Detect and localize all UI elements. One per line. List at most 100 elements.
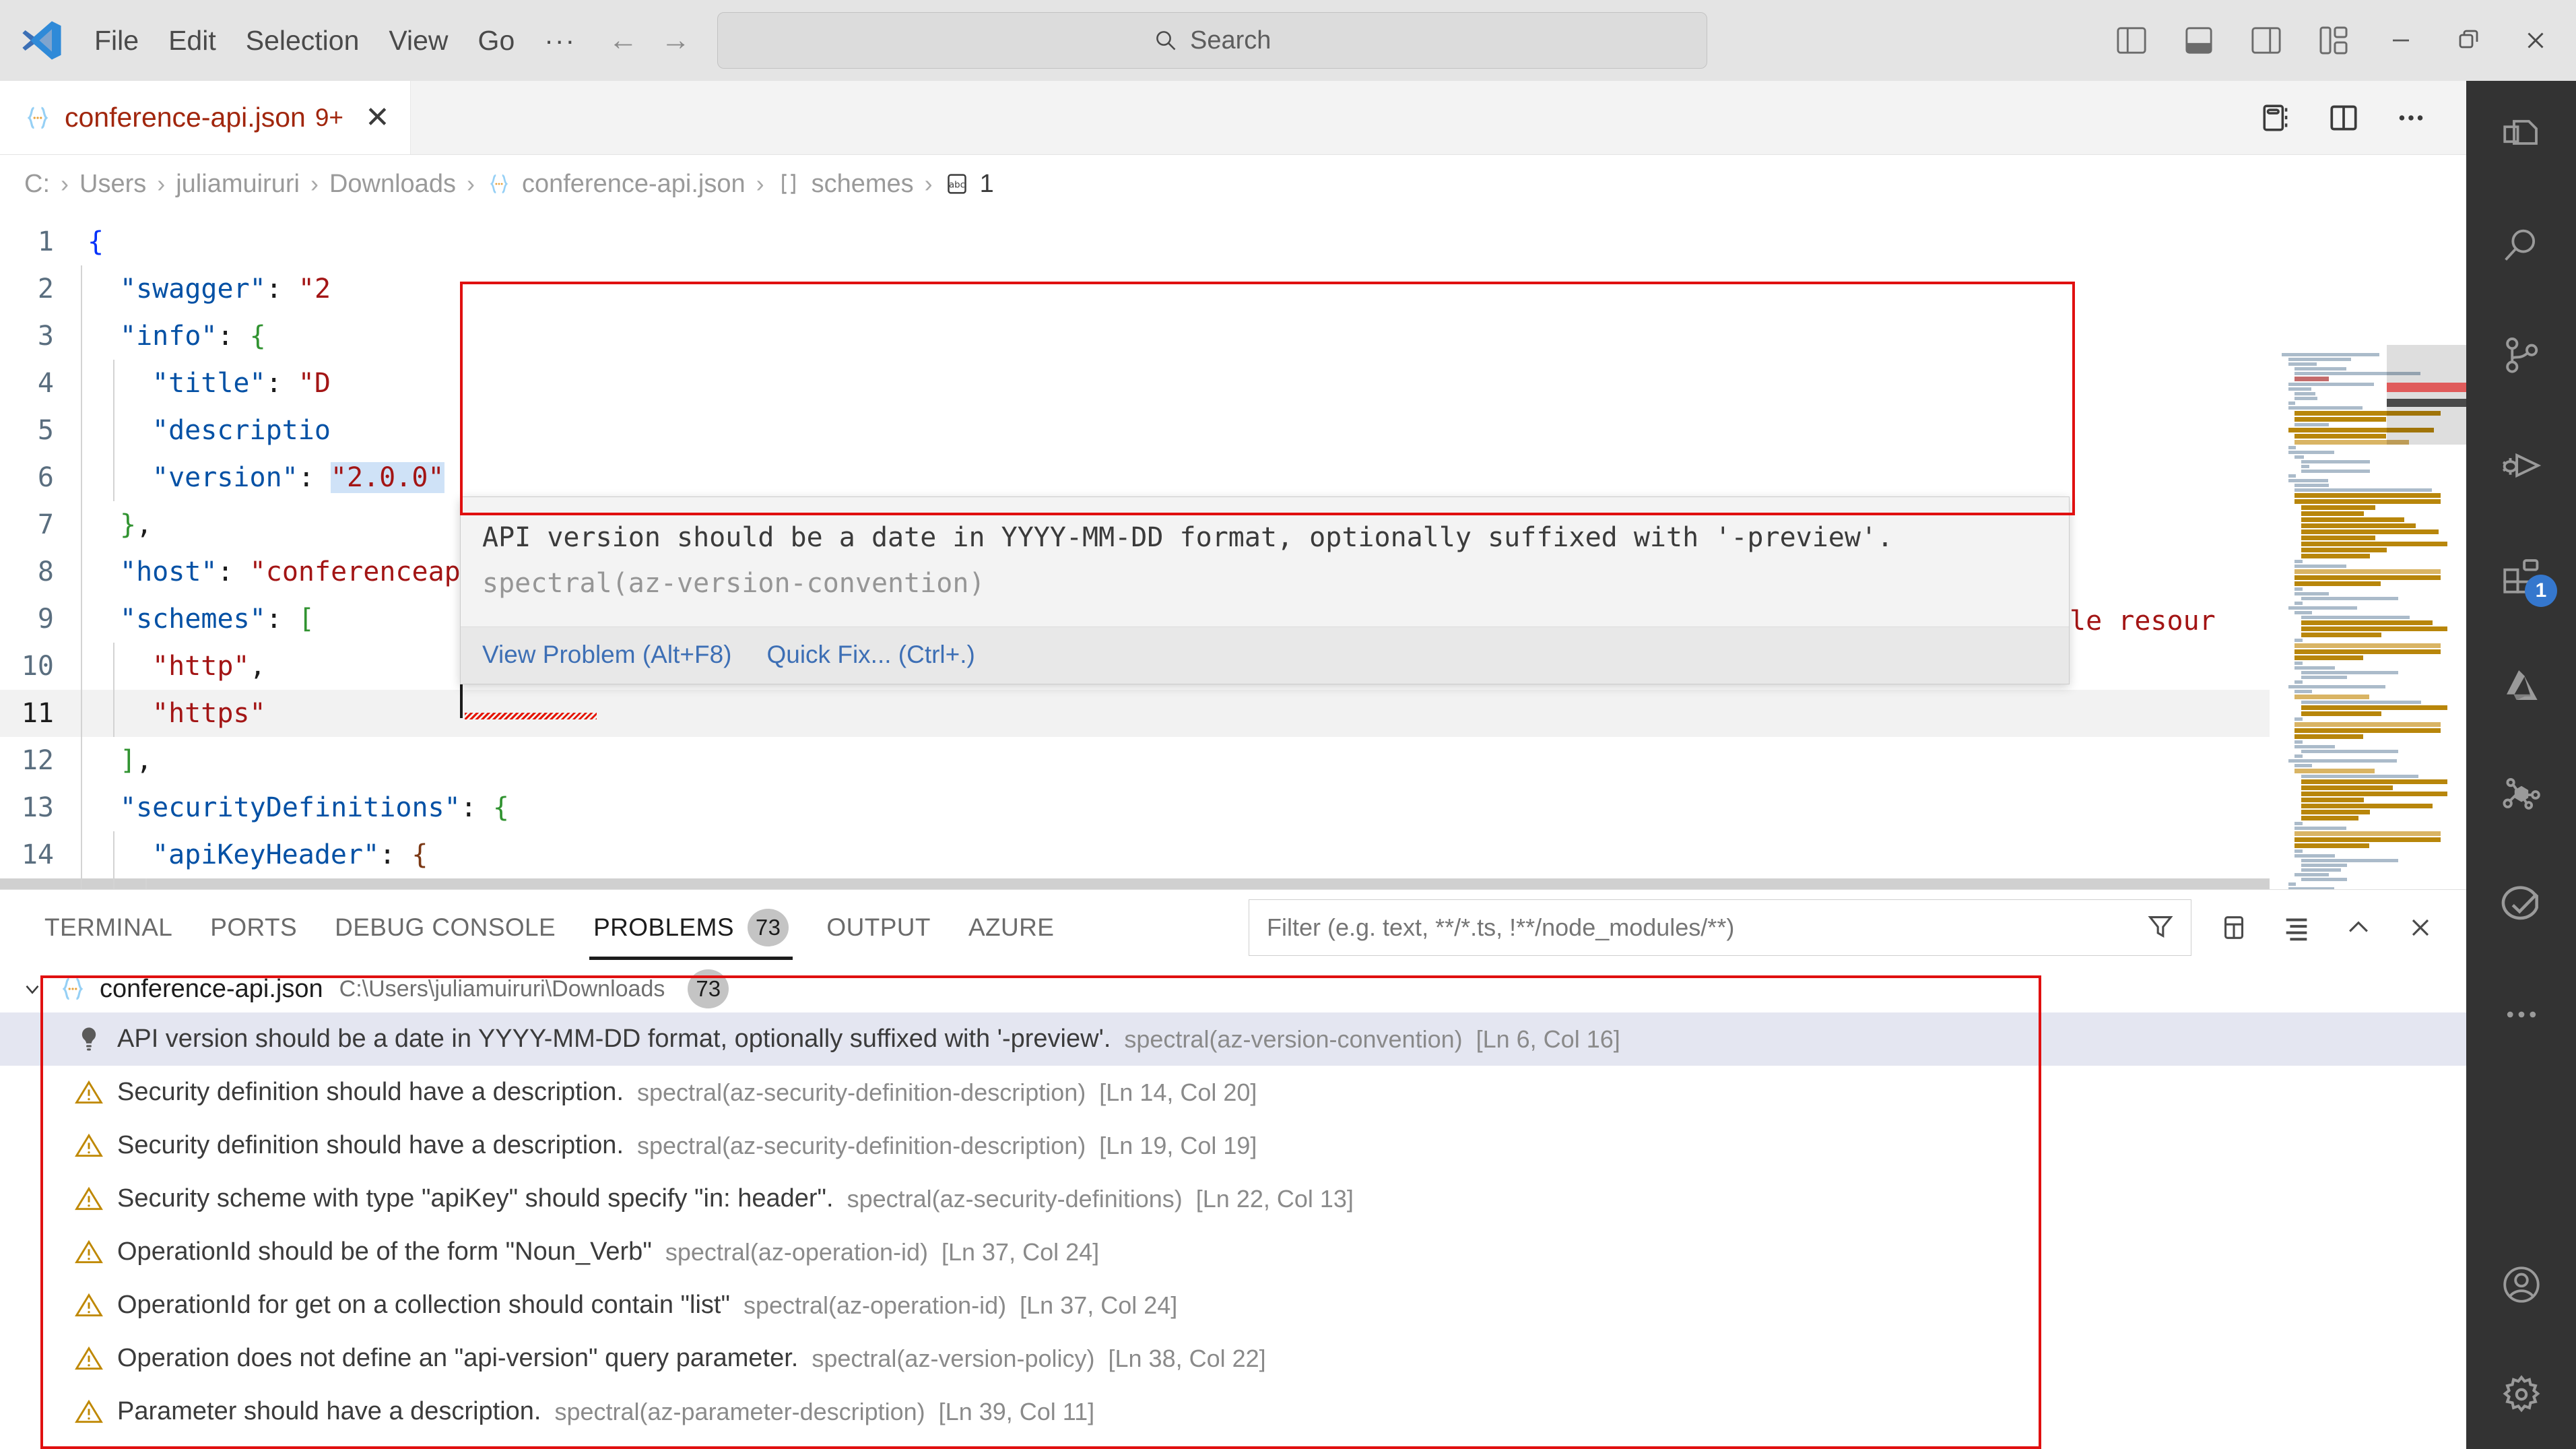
minimap-line bbox=[2301, 460, 2370, 463]
more-actions-button[interactable] bbox=[2377, 81, 2445, 155]
breadcrumb-item-users[interactable]: Users bbox=[79, 170, 146, 199]
tab-problems[interactable]: PROBLEMS 73 bbox=[574, 890, 807, 965]
breadcrumb-item-drive[interactable]: C: bbox=[24, 170, 50, 199]
breadcrumb-separator-icon: › bbox=[157, 170, 166, 197]
sidebar-item-run-and-debug[interactable] bbox=[2466, 410, 2576, 520]
problem-row[interactable]: Security scheme with type "apiKey" shoul… bbox=[0, 1172, 2466, 1225]
breadcrumb-label: schemes bbox=[811, 169, 914, 198]
problems-list[interactable]: conference-api.json C:\Users\juliamuirur… bbox=[0, 965, 2466, 1449]
sidebar-item-search[interactable] bbox=[2466, 191, 2576, 300]
menu-item-selection[interactable]: Selection bbox=[231, 22, 374, 60]
editor-tab-conference-api-json[interactable]: conference-api.json 9+ ✕ bbox=[0, 81, 411, 154]
breadcrumb-item-file[interactable]: conference-api.json bbox=[486, 170, 746, 199]
code-token: , bbox=[136, 745, 153, 776]
minimap-slider[interactable] bbox=[2387, 345, 2466, 445]
breadcrumb-separator-icon: › bbox=[61, 170, 69, 197]
code-text: "schemes": [ bbox=[113, 595, 315, 643]
tab-terminal[interactable]: TERMINAL bbox=[26, 890, 191, 965]
problems-filter-box[interactable] bbox=[1249, 899, 2191, 956]
problem-location: [Ln 6, Col 16] bbox=[1476, 1025, 1620, 1053]
code-line[interactable]: 4 "title": "D bbox=[0, 360, 2466, 407]
indent-guide bbox=[145, 878, 178, 889]
sidebar-item-accounts[interactable] bbox=[2466, 1229, 2576, 1339]
menu-item-edit[interactable]: Edit bbox=[154, 22, 231, 60]
collapse-all-button[interactable] bbox=[2266, 890, 2327, 965]
breadcrumb-item-index[interactable]: abc 1 bbox=[944, 170, 994, 199]
hover-actions: View Problem (Alt+F8) Quick Fix... (Ctrl… bbox=[461, 626, 2069, 684]
minimize-button[interactable] bbox=[2367, 0, 2435, 81]
sidebar-item-extensions[interactable]: 1 bbox=[2466, 520, 2576, 630]
breadcrumb-item-downloads[interactable]: Downloads bbox=[329, 170, 456, 199]
menu-item-view[interactable]: View bbox=[374, 22, 463, 60]
toggle-panel-button[interactable] bbox=[2165, 0, 2233, 81]
menu-overflow-icon[interactable]: ··· bbox=[529, 25, 591, 57]
minimap-line bbox=[2294, 728, 2441, 733]
code-line[interactable]: 3 "info": { bbox=[0, 313, 2466, 360]
code-line[interactable]: 2 "swagger": "2 bbox=[0, 265, 2466, 313]
sidebar-item-testing[interactable] bbox=[2466, 849, 2576, 959]
editor-tab-close-icon[interactable]: ✕ bbox=[365, 102, 390, 133]
toggle-primary-sidebar-button[interactable] bbox=[2098, 0, 2165, 81]
minimap-line bbox=[2301, 470, 2370, 473]
problem-row[interactable]: API version should be a date in YYYY-MM-… bbox=[0, 1012, 2466, 1066]
code-text: "info": { bbox=[113, 313, 266, 360]
close-panel-button[interactable] bbox=[2389, 890, 2451, 965]
maximize-restore-button[interactable] bbox=[2435, 0, 2502, 81]
editor-tab-actions bbox=[2243, 81, 2466, 154]
sidebar-item-source-control[interactable] bbox=[2466, 300, 2576, 410]
maximize-panel-button[interactable] bbox=[2327, 890, 2389, 965]
close-window-button[interactable] bbox=[2502, 0, 2569, 81]
minimap-line bbox=[2288, 479, 2329, 482]
minimap-line bbox=[2288, 606, 2357, 610]
sidebar-item-manage-settings[interactable] bbox=[2466, 1339, 2576, 1449]
problem-row[interactable]: Security definition should have a descri… bbox=[0, 1066, 2466, 1119]
hover-tooltip[interactable]: API version should be a date in YYYY-MM-… bbox=[460, 496, 2070, 684]
code-line[interactable]: 5 "descriptio bbox=[0, 407, 2466, 454]
sidebar-item-azure[interactable] bbox=[2466, 630, 2576, 740]
go-back-icon[interactable]: ← bbox=[608, 26, 638, 55]
command-center-search[interactable]: Search bbox=[717, 12, 1708, 69]
quick-fix-link[interactable]: Quick Fix... (Ctrl+.) bbox=[766, 641, 975, 669]
view-as-table-button[interactable] bbox=[2204, 890, 2266, 965]
minimap-line bbox=[2301, 671, 2399, 674]
problems-file-group[interactable]: conference-api.json C:\Users\juliamuirur… bbox=[0, 965, 2466, 1012]
tab-debug-console[interactable]: DEBUG CONSOLE bbox=[316, 890, 574, 965]
filter-input[interactable] bbox=[1267, 913, 2137, 942]
sidebar-item-explorer[interactable] bbox=[2466, 81, 2576, 191]
code-line[interactable]: 6 "version": "2.0.0" bbox=[0, 454, 2466, 501]
minimap-line bbox=[2294, 569, 2441, 574]
code-line[interactable]: 1{ bbox=[0, 218, 2466, 265]
tab-output[interactable]: OUTPUT bbox=[807, 890, 950, 965]
menu-item-file[interactable]: File bbox=[79, 22, 154, 60]
view-problem-link[interactable]: View Problem (Alt+F8) bbox=[482, 641, 731, 669]
problem-row[interactable]: Parameter should have a description. spec… bbox=[0, 1385, 2466, 1438]
notebook-icon[interactable] bbox=[2243, 81, 2310, 155]
tab-ports[interactable]: PORTS bbox=[191, 890, 316, 965]
breadcrumb-item-schemes[interactable]: schemes bbox=[775, 170, 914, 199]
problem-row[interactable]: Security definition should have a descri… bbox=[0, 1119, 2466, 1172]
minimap[interactable] bbox=[2270, 345, 2466, 889]
code-line[interactable]: 13 "securityDefinitions": { bbox=[0, 784, 2466, 831]
minimap-line bbox=[2301, 864, 2347, 867]
breadcrumb-separator-icon: › bbox=[756, 170, 764, 197]
sidebar-item-more-views[interactable] bbox=[2466, 959, 2576, 1069]
code-line[interactable]: 11 "https" bbox=[0, 690, 2466, 737]
problem-location: [Ln 38, Col 22] bbox=[1108, 1344, 1266, 1372]
tab-azure[interactable]: AZURE bbox=[950, 890, 1073, 965]
filter-icon[interactable] bbox=[2145, 911, 2176, 945]
code-line[interactable]: 12], bbox=[0, 737, 2466, 784]
chevron-down-icon[interactable] bbox=[19, 975, 46, 1002]
split-editor-button[interactable] bbox=[2310, 81, 2377, 155]
menu-item-go[interactable]: Go bbox=[463, 22, 530, 60]
problem-row[interactable]: OperationId for get on a collection shou… bbox=[0, 1279, 2466, 1332]
breadcrumb-item-user[interactable]: juliamuiruri bbox=[176, 170, 300, 199]
problem-row[interactable]: Operation does not define an "api-versio… bbox=[0, 1332, 2466, 1385]
go-forward-icon[interactable]: → bbox=[661, 26, 690, 55]
code-editor[interactable]: 1{2 "swagger": "2 3 "info": {4 "title": "D 5 "… bbox=[0, 213, 2466, 889]
problem-row[interactable]: OperationId should be of the form "Noun_… bbox=[0, 1225, 2466, 1279]
code-line[interactable]: 14 "apiKeyHeader": { bbox=[0, 831, 2466, 878]
code-line[interactable]: 15 "type": "apiKey" bbox=[0, 878, 2466, 889]
sidebar-item-api-center[interactable] bbox=[2466, 740, 2576, 849]
toggle-secondary-sidebar-button[interactable] bbox=[2233, 0, 2300, 81]
customize-layout-button[interactable] bbox=[2300, 0, 2367, 81]
